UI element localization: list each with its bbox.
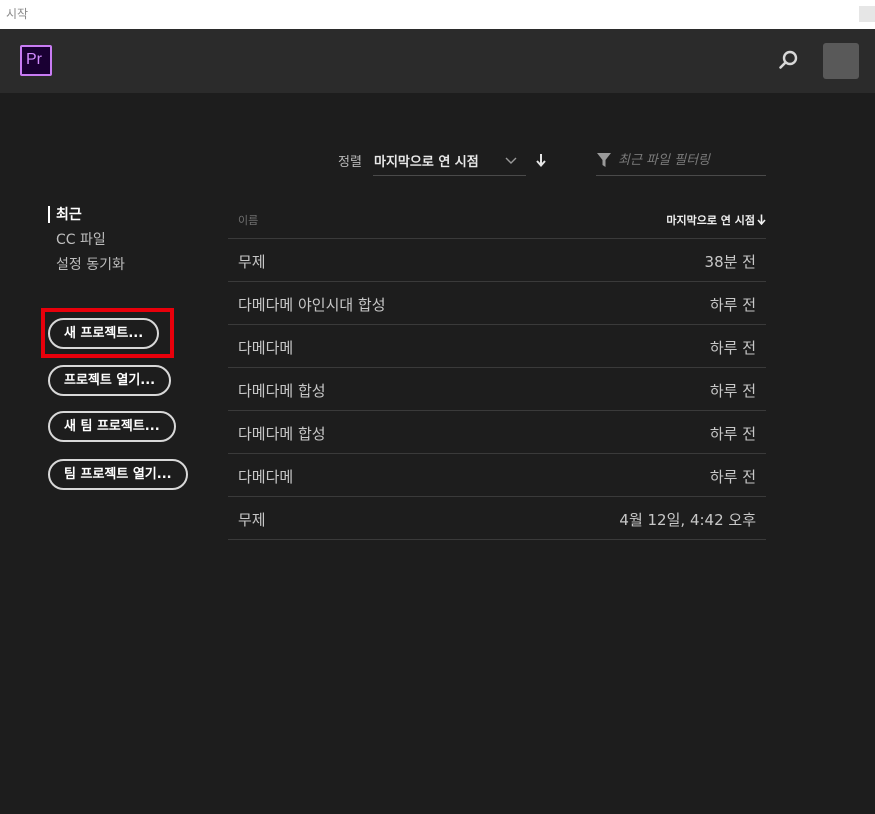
window-control-button[interactable] [859,6,875,22]
column-header-last-opened-label: 마지막으로 연 시점 [666,214,755,227]
row-date: 4월 12일, 4:42 오후 [619,511,756,529]
sort-label: 정렬 [338,155,362,170]
sort-value: 마지막으로 연 시점 [374,155,479,170]
chevron-down-icon [505,157,517,164]
nav-item-recent[interactable]: 최근 [48,205,125,230]
row-name: 다메다메 야인시대 합성 [238,296,386,314]
row-date: 하루 전 [709,339,756,357]
table-row[interactable]: 다메다메 하루 전 [228,454,766,497]
window-titlebar: 시작 [0,0,875,29]
table-row[interactable]: 무제 4월 12일, 4:42 오후 [228,497,766,540]
new-project-button[interactable]: 새 프로젝트... [48,318,160,349]
row-name: 다메다메 [238,339,294,357]
row-date: 하루 전 [709,382,756,400]
app-header: Pr [0,29,875,93]
row-date: 38분 전 [704,253,756,271]
new-team-project-button[interactable]: 새 팀 프로젝트... [48,411,176,442]
user-avatar[interactable] [823,43,859,79]
open-project-button[interactable]: 프로젝트 열기... [48,365,172,396]
filter-funnel-icon [597,153,611,167]
row-date: 하루 전 [709,296,756,314]
table-row[interactable]: 다메다메 합성 하루 전 [228,368,766,411]
open-team-project-button[interactable]: 팀 프로젝트 열기... [48,459,188,490]
table-row[interactable]: 다메다메 야인시대 합성 하루 전 [228,282,766,325]
window-title: 시작 [6,7,29,21]
table-row[interactable]: 다메다메 하루 전 [228,325,766,368]
row-date: 하루 전 [709,468,756,486]
row-name: 무제 [238,253,266,271]
column-header-name[interactable]: 이름 [238,212,258,228]
filter-input[interactable] [618,149,764,171]
search-icon[interactable] [778,49,800,71]
premiere-logo: Pr [20,45,52,76]
row-name: 무제 [238,511,266,529]
recent-files-filter [596,148,766,176]
nav-item-sync-settings[interactable]: 설정 동기화 [48,255,125,280]
row-date: 하루 전 [709,425,756,443]
sort-down-arrow-icon [757,214,766,226]
row-name: 다메다메 [238,468,294,486]
left-nav: 최근 CC 파일 설정 동기화 [48,205,125,280]
table-row[interactable]: 무제 38분 전 [228,239,766,282]
sort-dropdown[interactable]: 마지막으로 연 시점 [373,148,526,176]
table-header: 이름 마지막으로 연 시점 [228,203,766,239]
row-name: 다메다메 합성 [238,425,326,443]
nav-item-cc-files[interactable]: CC 파일 [48,230,125,255]
row-name: 다메다메 합성 [238,382,326,400]
logo-text: Pr [26,51,42,68]
sort-direction-arrow-icon[interactable] [535,153,547,167]
recent-files-table: 이름 마지막으로 연 시점 무제 38분 전 다메다메 야인시대 합성 하루 전… [228,203,766,540]
column-header-last-opened[interactable]: 마지막으로 연 시점 [666,212,766,228]
table-row[interactable]: 다메다메 합성 하루 전 [228,411,766,454]
